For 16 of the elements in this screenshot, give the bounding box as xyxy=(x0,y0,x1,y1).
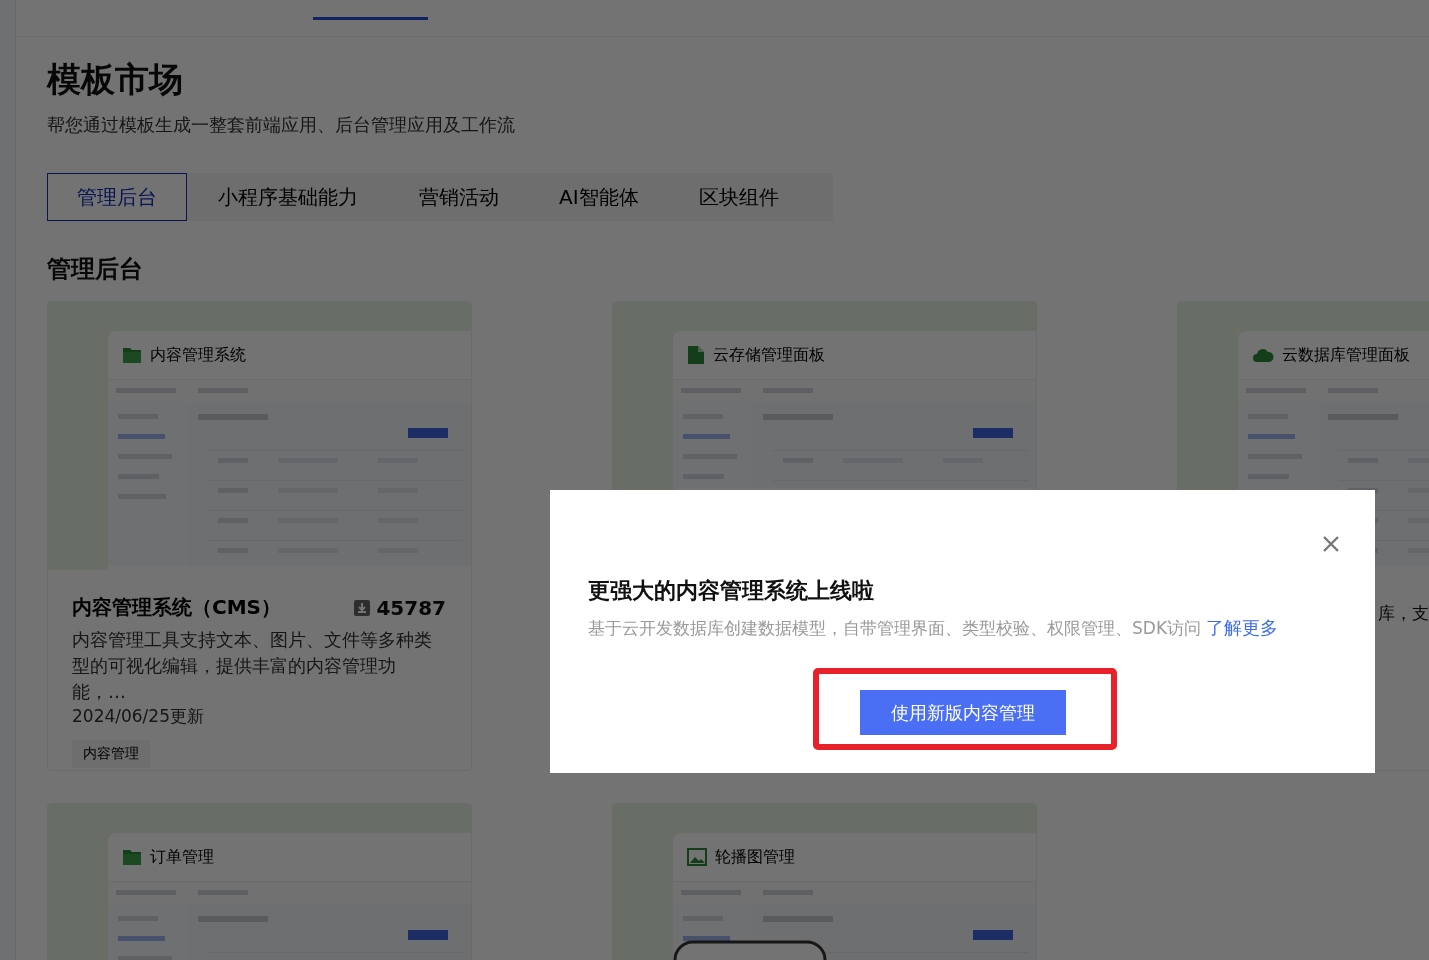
tag: 内容管理 xyxy=(72,740,150,768)
download-count: 45787 xyxy=(354,595,446,620)
card-title: 内容管理系统（CMS） xyxy=(72,594,281,621)
dialog-description: 基于云开发数据库创建数据模型，自带管理界面、类型校验、权限管理、SDK访问 了解更多 xyxy=(588,616,1280,640)
section-title: 管理后台 xyxy=(47,254,144,285)
preview-title: 轮播图管理 xyxy=(715,846,795,868)
preview-title: 云数据库管理面板 xyxy=(1282,344,1410,366)
card-description: 内容管理工具支持文本、图片、文件等多种类型的可视化编辑，提供丰富的内容管理功能，… xyxy=(72,628,433,704)
page-title: 模板市场 xyxy=(47,58,184,101)
card-description: 库，支 xyxy=(1378,602,1429,625)
preview-title: 云存储管理面板 xyxy=(713,344,825,366)
preview-title: 订单管理 xyxy=(150,846,214,868)
update-date: 2024/06/25更新 xyxy=(72,705,205,728)
dialog-title: 更强大的内容管理系统上线啦 xyxy=(588,577,875,605)
preview-title: 内容管理系统 xyxy=(150,344,246,366)
page-subtitle: 帮您通过模板生成一整套前端应用、后台管理应用及工作流 xyxy=(47,113,516,137)
